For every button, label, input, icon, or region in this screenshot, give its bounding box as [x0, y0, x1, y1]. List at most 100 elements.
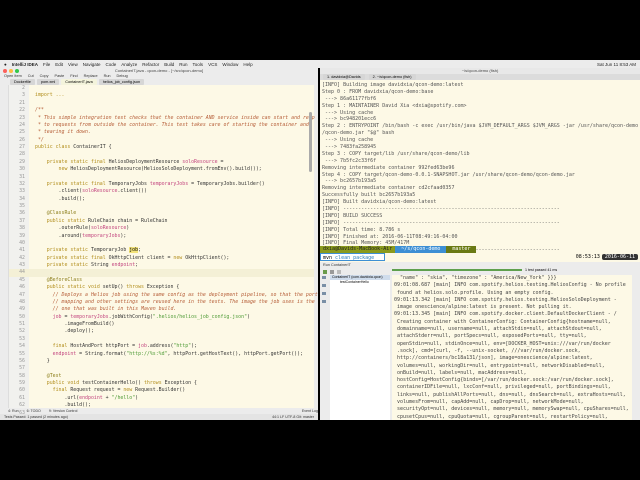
code-token: import ... — [35, 92, 65, 99]
code-line: 3 import ... — [9, 92, 314, 99]
line-code: // one that was built in this Maven buil… — [35, 306, 177, 313]
code-token: endpoint — [35, 350, 77, 357]
terminal-line: ---> bc948201ecc6 — [322, 116, 377, 123]
pin-icon[interactable] — [322, 292, 326, 295]
terminal-line: [INFO] Finished at: 2016-06-11T08:49:16-… — [322, 233, 458, 240]
stop-icon[interactable] — [330, 269, 334, 274]
menu-build[interactable]: Build — [164, 62, 174, 67]
terminal-line: ---> bc2657b193a5 — [322, 178, 377, 185]
line-number: 32 — [19, 180, 25, 187]
console-line: image onescience/alpine:latest is presen… — [394, 304, 572, 311]
menu-app-name[interactable]: IntelliJ IDEA — [12, 62, 38, 67]
terminal-tab[interactable]: 1. davidxia@Davids — [323, 74, 365, 80]
code-token: /** — [35, 107, 44, 114]
code-token: public static — [35, 217, 88, 224]
menu-refactor[interactable]: Refactor — [142, 62, 159, 67]
code-token: job — [138, 343, 147, 350]
code-token: ) — [247, 313, 250, 320]
console-line: Creating container with ContainerConfig:… — [394, 318, 611, 325]
code-editor[interactable]: 2 3 import ... 21 22/** 23 * This simple inte… — [8, 85, 318, 416]
code-token: .client()) — [117, 188, 147, 195]
code-token: @Test — [35, 372, 62, 379]
menu-run[interactable]: Run — [179, 62, 187, 67]
test-tree-item[interactable]: testContainerHello — [330, 280, 390, 285]
line-number: 41 — [19, 247, 25, 254]
code-line: 2 — [9, 85, 314, 92]
line-code: .url(endpoint + "/hello") — [35, 395, 138, 402]
code-line: 35 — [9, 203, 314, 210]
run-icon[interactable] — [322, 276, 326, 279]
terminal-line: ---> 7b5fc2c33f6f — [322, 157, 377, 164]
menu-analyze[interactable]: Analyze — [121, 62, 137, 67]
terminal-line: ---> Using cache — [322, 109, 374, 116]
terminal-output[interactable]: [INFO] Building image davidxia/qcon-demo… — [320, 80, 640, 254]
line-number: 3 — [22, 92, 25, 99]
menu-tools[interactable]: Tools — [193, 62, 204, 67]
line-code: private static String endpoint; — [35, 262, 138, 269]
terminal-line: [INFO] ---------------------------------… — [322, 206, 560, 213]
line-number: 52 — [19, 328, 25, 335]
close-window-icon[interactable] — [3, 69, 7, 73]
code-token: soloResource — [182, 158, 218, 165]
code-line: 50 job = temporaryJobs.jobWithConfig(".h… — [9, 314, 314, 321]
terminal-tab[interactable]: 2. ~/s/qcon-demo (fish) — [368, 74, 416, 80]
test-tree: ContainerIT (com.davidxia.qcon) testConta… — [330, 275, 390, 420]
menu-file[interactable]: File — [43, 62, 50, 67]
code-line: 25 * tearing it down. — [9, 129, 314, 136]
line-number: 38 — [19, 225, 25, 232]
menu-navigate[interactable]: Navigate — [83, 62, 101, 67]
shell-prompt[interactable]: dxia@Davids-MacBook-Air ~/s/qcon-demo ma… — [320, 246, 640, 261]
code-line: 51 .imageFromBuild() — [9, 321, 314, 328]
console-line: openStdin=null, stdinOnce=null, env=[DOC… — [394, 340, 611, 347]
code-token: ".helios/helios_job_config.json" — [152, 313, 248, 320]
code-token: ) — [135, 394, 139, 401]
line-code: private static final TemporaryJobs tempo… — [35, 181, 265, 188]
debug-icon[interactable] — [322, 284, 326, 287]
minimize-window-icon[interactable] — [9, 69, 13, 73]
line-code: .client(soloResource.client()) — [35, 188, 147, 195]
console-line: http://containers/bc18a131/json], image=… — [394, 355, 593, 362]
menu-vcs[interactable]: VCS — [208, 62, 217, 67]
code-token: throws — [143, 380, 165, 386]
terminal-line: [INFO] ---------------------------------… — [322, 219, 560, 226]
window-title: ContainerIT.java - qcon-demo - [~/src/qc… — [114, 68, 204, 73]
console-line: "name" : "skia", "timezone" : "America/N… — [394, 275, 557, 281]
line-number: 56 — [19, 357, 25, 364]
code-token: .deploy(); — [35, 328, 94, 335]
line-number: 61 — [19, 394, 25, 401]
console-line: volumes=null, workingDir=null, entrypoin… — [394, 362, 605, 369]
zoom-window-icon[interactable] — [15, 69, 19, 73]
code-token: OkHttpClient client = — [108, 254, 174, 261]
code-token: } — [35, 357, 50, 364]
rerun-icon[interactable] — [323, 269, 327, 274]
code-line: 34 .build(); — [9, 196, 314, 203]
code-token: ); — [191, 343, 197, 350]
menubar-clock[interactable]: Sat Jun 11 8:53 AM — [597, 62, 636, 67]
code-token: .address( — [146, 343, 174, 350]
code-token: @BeforeClass — [35, 276, 83, 283]
editor-scrollbar[interactable] — [309, 112, 312, 172]
command-input[interactable]: mvn clean package — [320, 253, 385, 261]
run-console[interactable]: "name" : "skia", "timezone" : "America/N… — [392, 275, 632, 420]
menu-edit[interactable]: Edit — [55, 62, 63, 67]
close-icon[interactable] — [322, 300, 326, 303]
filter-icon[interactable] — [337, 269, 341, 274]
code-token: setUp() — [102, 284, 127, 291]
line-code: new HeliosDeploymentResource(HeliosSoloD… — [35, 166, 262, 173]
menu-help[interactable]: Help — [243, 62, 252, 67]
line-number: 22 — [19, 107, 25, 114]
code-token: "/hello" — [111, 394, 136, 401]
menu-window[interactable]: Window — [222, 62, 238, 67]
menu-code[interactable]: Code — [105, 62, 116, 67]
code-line: 59 public void testContainerHello() thro… — [9, 380, 314, 387]
terminal-line: ---> 86a61177fbf6 — [322, 95, 377, 102]
menu-view[interactable]: View — [68, 62, 78, 67]
code-token: public void — [35, 380, 83, 386]
line-number: 30 — [19, 166, 25, 173]
apple-icon[interactable]: ● — [4, 62, 7, 67]
code-token: .url( — [35, 394, 80, 401]
terminal-window: ~/s/qcon-demo (fish) 1. davidxia@Davids 2… — [320, 68, 640, 262]
line-code: endpoint = String.format("http://%s:%d",… — [35, 351, 303, 358]
code-token: , httpPort.getHostText(), httpPort.getPo… — [167, 350, 303, 357]
code-line: 43 private static String endpoint; — [9, 262, 314, 269]
